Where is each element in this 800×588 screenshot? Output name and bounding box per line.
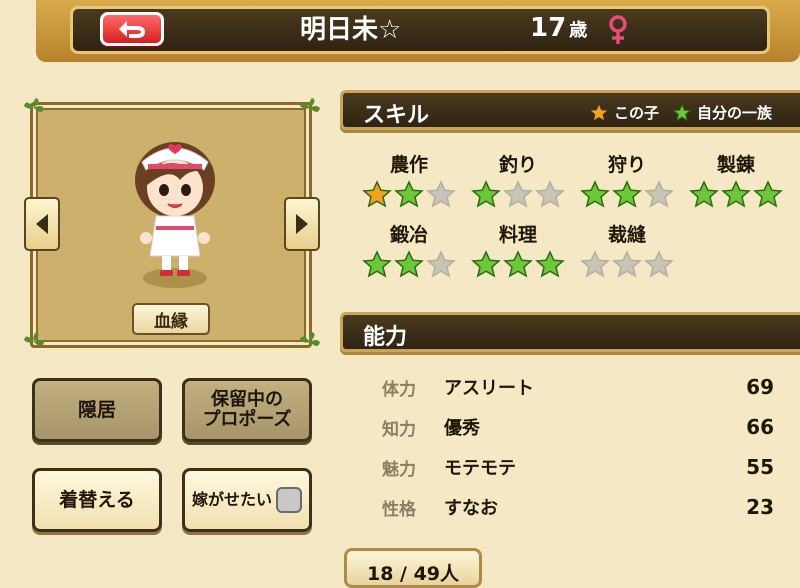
lineage-button[interactable]: 血縁 — [132, 303, 210, 335]
ability-description: すなお — [444, 498, 498, 519]
skill-stars — [354, 250, 464, 278]
green-star-icon — [535, 250, 565, 278]
orange-star-icon — [362, 180, 392, 208]
skill-name: 鍛冶 — [389, 224, 428, 246]
green-star-icon — [672, 103, 691, 121]
legend-family-label: 自分の一族 — [696, 104, 772, 122]
skill-stars — [681, 180, 791, 208]
ability-value: 69 — [746, 375, 774, 399]
arrow-right-icon — [296, 214, 308, 234]
skill-cell: 鍛冶 — [354, 220, 464, 278]
skill-name: 釣り — [498, 154, 537, 176]
skill-name: 狩り — [607, 154, 646, 176]
ability-description: 優秀 — [444, 418, 480, 439]
green-star-icon — [580, 180, 610, 208]
ability-description: モテモテ — [444, 458, 516, 479]
abilities-header: 能力 — [340, 312, 800, 352]
green-star-icon — [471, 180, 501, 208]
page-counter: 18 / 49人 — [344, 548, 482, 588]
skill-cell: 裁縫 — [572, 220, 682, 278]
ability-value: 55 — [746, 455, 774, 479]
back-arrow-icon — [119, 21, 145, 38]
empty-star-icon — [612, 250, 642, 278]
skill-stars — [463, 180, 573, 208]
ability-row: 魅力 モテモテ 55 — [382, 452, 774, 482]
ability-category: 知力 — [382, 419, 416, 440]
empty-star-icon — [426, 180, 456, 208]
green-star-icon — [471, 250, 501, 278]
green-star-icon — [612, 180, 642, 208]
skill-cell: 釣り — [463, 150, 573, 208]
green-star-icon — [362, 250, 392, 278]
ability-category: 魅力 — [382, 459, 416, 480]
empty-star-icon — [426, 250, 456, 278]
ability-row: 知力 優秀 66 — [382, 412, 774, 442]
clover-leaf-icon — [300, 332, 320, 346]
marry-off-checkbox[interactable] — [276, 487, 302, 513]
empty-star-icon — [535, 180, 565, 208]
pending-proposal-label-line2: プロポーズ — [202, 409, 292, 430]
arrow-left-icon — [36, 214, 48, 234]
green-star-icon — [689, 180, 719, 208]
skill-name: 裁縫 — [607, 224, 646, 246]
skill-cell: 農作 — [354, 150, 464, 208]
skill-stars — [572, 250, 682, 278]
back-button[interactable] — [100, 12, 164, 46]
age-display: 17 歳 — [530, 13, 587, 47]
previous-character-button[interactable] — [24, 197, 60, 251]
skill-stars — [354, 180, 464, 208]
skill-cell: 料理 — [463, 220, 573, 278]
want-to-marry-off-label: 嫁がせたい — [191, 490, 272, 509]
ability-row: 性格 すなお 23 — [382, 492, 774, 522]
next-character-button[interactable] — [284, 197, 320, 251]
retire-button[interactable]: 隠居 — [32, 378, 162, 442]
green-star-icon — [394, 180, 424, 208]
ability-category: 体力 — [382, 379, 416, 400]
skills-header: スキル この子 自分の一族 — [340, 90, 800, 130]
clover-leaf-icon — [300, 98, 320, 112]
ability-value: 66 — [746, 415, 774, 439]
retire-label: 隠居 — [77, 399, 116, 421]
age-value: 17 — [530, 13, 567, 43]
empty-star-icon — [503, 180, 533, 208]
ability-value: 23 — [746, 495, 774, 519]
empty-star-icon — [580, 250, 610, 278]
empty-star-icon — [644, 180, 674, 208]
skill-name: 料理 — [498, 224, 537, 246]
legend-self-label: この子 — [613, 104, 659, 122]
abilities-title: 能力 — [363, 325, 408, 350]
skill-cell: 製錬 — [681, 150, 791, 208]
skill-cell: 狩り — [572, 150, 682, 208]
empty-star-icon — [644, 250, 674, 278]
orange-star-icon — [590, 104, 608, 120]
green-star-icon — [503, 250, 533, 278]
green-star-icon — [753, 180, 783, 208]
skills-title: スキル — [363, 103, 430, 128]
green-star-icon — [394, 250, 424, 278]
change-clothes-button[interactable]: 着替える — [32, 468, 162, 532]
clover-leaf-icon — [24, 332, 44, 346]
character-sprite — [135, 142, 215, 288]
want-to-marry-off-toggle[interactable]: 嫁がせたい — [182, 468, 312, 532]
green-star-icon — [721, 180, 751, 208]
clover-leaf-icon — [24, 98, 44, 112]
skill-stars — [463, 250, 573, 278]
pending-proposal-button[interactable]: 保留中の プロポーズ — [182, 378, 312, 442]
change-clothes-label: 着替える — [59, 489, 135, 511]
skill-name: 製錬 — [716, 154, 755, 176]
skill-name: 農作 — [389, 154, 428, 176]
ability-category: 性格 — [382, 499, 416, 520]
pending-proposal-label-line1: 保留中の — [211, 389, 283, 410]
age-unit: 歳 — [569, 20, 588, 41]
skills-legend: この子 自分の一族 — [576, 102, 772, 123]
skill-stars — [572, 180, 682, 208]
ability-description: アスリート — [444, 378, 534, 399]
ability-row: 体力 アスリート 69 — [382, 372, 774, 402]
character-name: 明日未☆ — [300, 15, 402, 45]
female-icon — [609, 15, 627, 44]
